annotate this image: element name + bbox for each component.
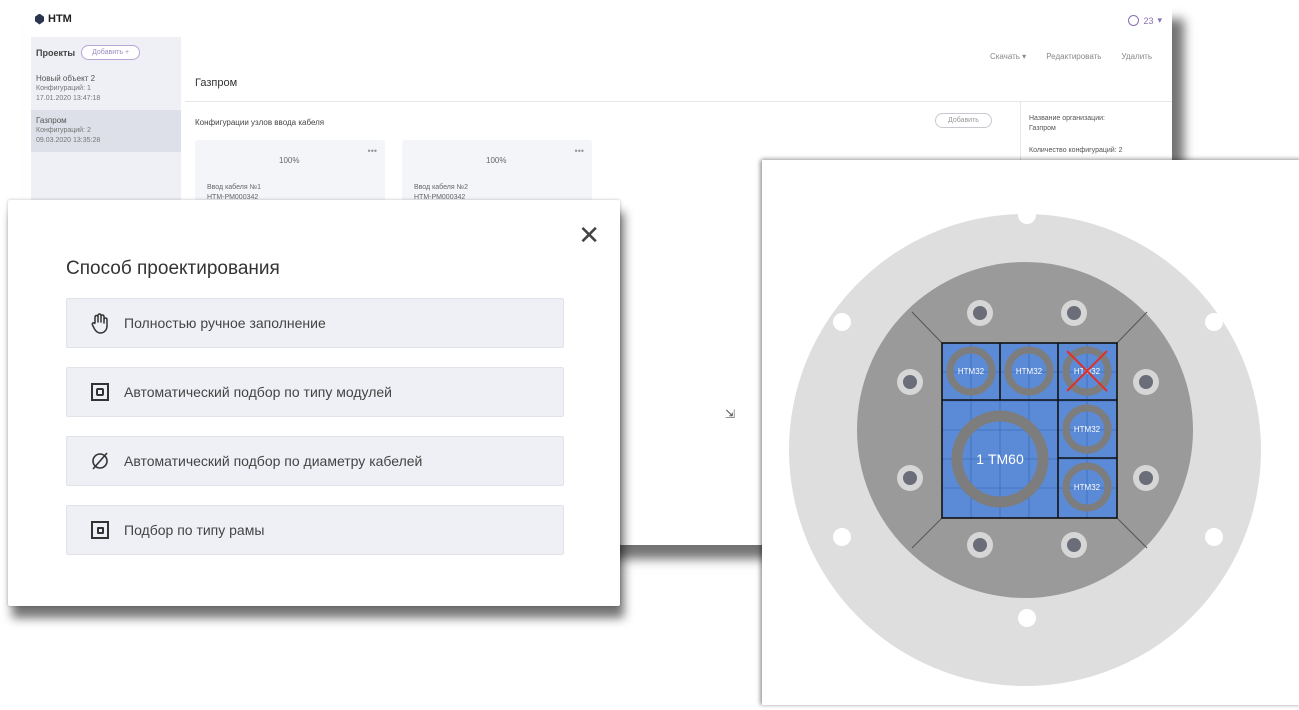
option-cable-diameter[interactable]: Автоматический подбор по диаметру кабеле… [66,436,564,486]
download-button[interactable]: Скачать ▾ [990,52,1026,61]
svg-text:НТМ32: НТМ32 [1074,483,1101,492]
option-label: Автоматический подбор по диаметру кабеле… [124,453,423,469]
option-label: Подбор по типу рамы [124,522,265,538]
option-module-type[interactable]: Автоматический подбор по типу модулей [66,367,564,417]
diagram-svg: НТМ32 НТМ32 НТМ32 НТМ32 НТМ32 1 ТМ60 [789,206,1261,686]
project-date: 09.03.2020 13:35:28 [36,137,101,144]
option-label: Автоматический подбор по типу модулей [124,384,392,400]
org-label: Название организации: [1029,115,1105,122]
option-manual[interactable]: Полностью ручное заполнение [66,298,564,348]
add-config-button[interactable]: Добавить [935,113,992,128]
config-count: Количество конфигураций: 2 [1029,147,1123,154]
add-project-button[interactable]: Добавить + [81,45,141,60]
svg-text:1 ТМ60: 1 ТМ60 [976,451,1024,467]
hand-icon [90,312,110,334]
delete-button[interactable]: Удалить [1121,52,1152,61]
diameter-icon [90,450,110,472]
design-method-dialog: ✕ Способ проектирования Полностью ручное… [8,200,620,606]
more-icon[interactable]: ••• [575,146,584,156]
user-name: 23 [1143,15,1154,26]
project-date: 17.01.2020 13:47:18 [36,95,101,102]
module-type-icon [90,381,110,403]
user-icon [1128,15,1140,26]
card-name: Ввод кабеля №1 [207,184,262,191]
svg-text:НТМ32: НТМ32 [1016,367,1043,376]
page-title: Газпром [195,77,238,89]
card-percent: 100% [279,156,300,165]
logo[interactable]: НТМ [35,13,72,25]
org-value: Газпром [1029,125,1056,132]
logo-text: НТМ [48,13,72,25]
more-icon[interactable]: ••• [368,146,377,156]
user-menu[interactable]: 23 ▾ [1128,15,1162,26]
app-header: НТМ 23 ▾ [25,5,1172,35]
dialog-title: Способ проектирования [66,258,280,279]
frame-type-icon [90,519,110,541]
option-label: Полностью ручное заполнение [124,315,326,331]
card-percent: 100% [486,156,507,165]
project-item[interactable]: Новый объект 2 Конфигураций: 1 17.01.202… [31,68,181,110]
chevron-down-icon: ▾ [1157,15,1162,25]
toolbar: Скачать ▾ Редактировать Удалить [990,52,1152,61]
card-name: Ввод кабеля №2 [414,184,469,191]
project-title: Газпром [36,116,67,125]
section-title: Конфигурации узлов ввода кабеля [195,118,325,127]
project-configs: Конфигураций: 2 [36,127,91,134]
mouse-cursor-icon: ⇲ [725,407,736,421]
svg-text:НТМ32: НТМ32 [958,367,985,376]
close-icon[interactable]: ✕ [578,222,600,248]
edit-button[interactable]: Редактировать [1046,52,1101,61]
option-frame-type[interactable]: Подбор по типу рамы [66,505,564,555]
project-item-active[interactable]: Газпром Конфигураций: 2 09.03.2020 13:35… [31,110,181,152]
sidebar-title: Проекты [36,47,76,58]
sidebar-header: Проекты Добавить + [31,37,181,68]
project-configs: Конфигураций: 1 [36,85,91,92]
logo-icon [35,13,44,25]
svg-text:НТМ32: НТМ32 [1074,425,1101,434]
project-title: Новый объект 2 [36,74,96,83]
cable-entry-diagram: НТМ32 НТМ32 НТМ32 НТМ32 НТМ32 1 ТМ60 [762,160,1299,705]
